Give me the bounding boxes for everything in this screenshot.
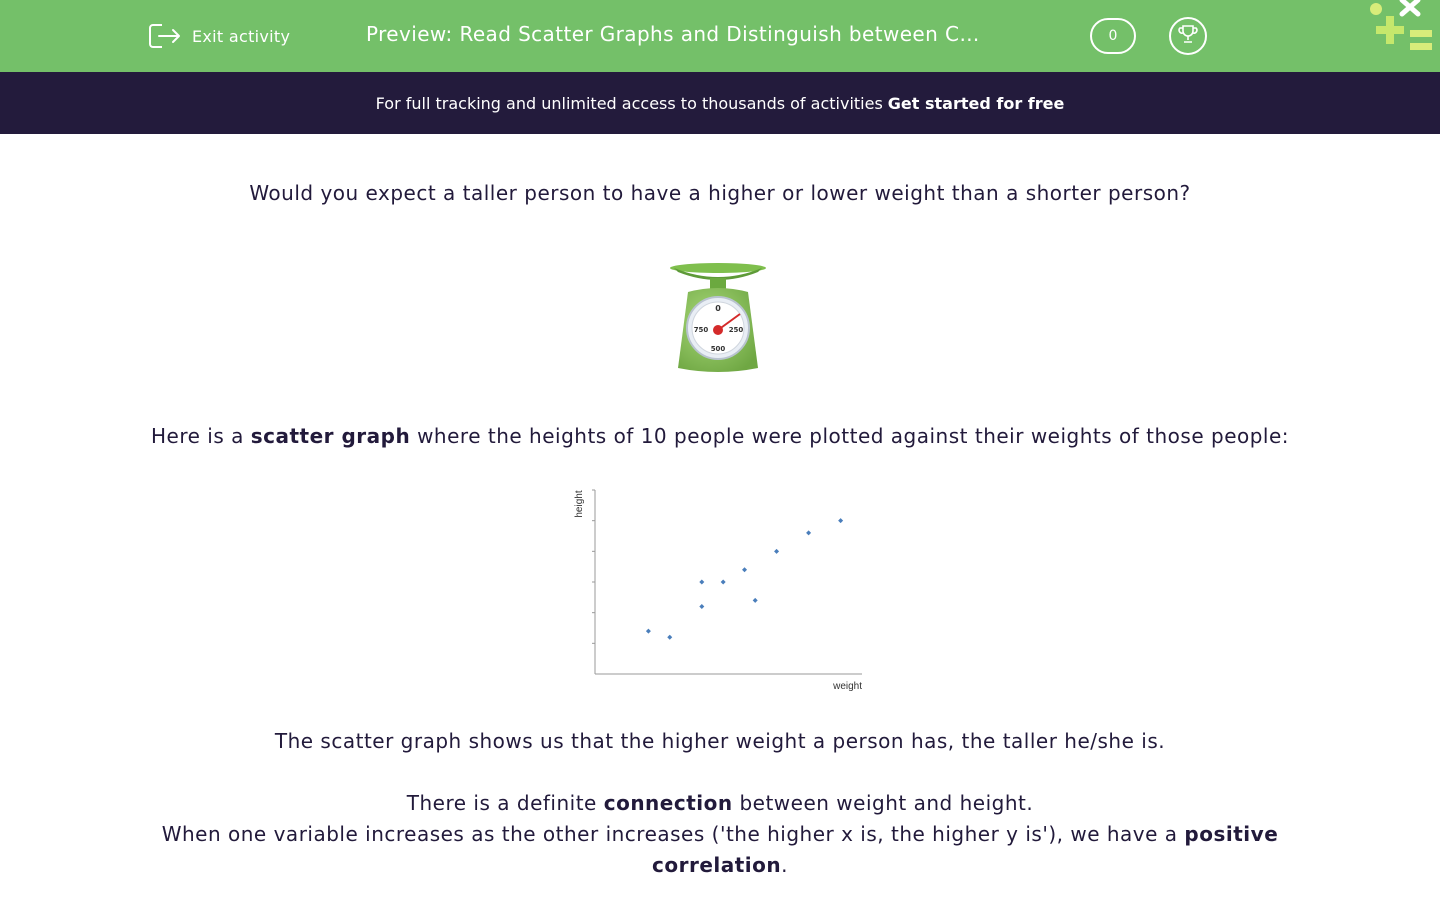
x-axis-label: weight [832,681,862,692]
scatter-point [742,567,748,573]
get-started-link[interactable]: Get started for free [888,94,1065,113]
scatter-point [667,634,673,640]
correlation-text: When one variable increases as the other… [161,822,1279,877]
scatter-graph-term: scatter graph [250,424,411,448]
banner-text: For full tracking and unlimited access t… [375,93,883,113]
svg-text:500: 500 [711,345,726,353]
exit-activity-label: Exit activity [192,26,291,46]
scatter-point [806,530,812,536]
scatter-chart-svg: height weight [574,489,862,692]
scatter-point [774,548,780,554]
kitchen-scale-image: 0 750 250 500 [666,260,770,380]
scatter-point [699,604,705,610]
activity-title: Preview: Read Scatter Graphs and Disting… [366,22,980,46]
trophy-button[interactable] [1169,17,1207,55]
exit-icon [148,22,182,50]
scatter-point [699,579,705,585]
scatter-point [838,518,844,524]
trophy-icon [1177,23,1199,49]
top-header: Exit activity Preview: Read Scatter Grap… [0,0,1440,72]
scatter-intro-text: Here is a scatter graph where the height… [150,424,1290,448]
score-badge: 0 [1090,18,1136,54]
scatter-point [752,597,758,603]
brand-logo [1366,0,1440,56]
question-text: Would you expect a taller person to have… [249,181,1191,205]
svg-text:750: 750 [694,326,709,334]
y-axis-label: height [574,490,585,517]
exit-activity-button[interactable]: Exit activity [148,20,290,52]
svg-text:0: 0 [715,304,721,313]
connection-text: There is a definite connection between w… [406,791,1034,815]
connection-term: connection [603,791,733,815]
scatter-chart: height weight [572,486,868,696]
upgrade-banner: For full tracking and unlimited access t… [0,72,1440,134]
scatter-point [645,628,651,634]
svg-text:250: 250 [729,326,744,334]
explanation-text: The scatter graph shows us that the high… [274,729,1166,753]
scatter-point [720,579,726,585]
